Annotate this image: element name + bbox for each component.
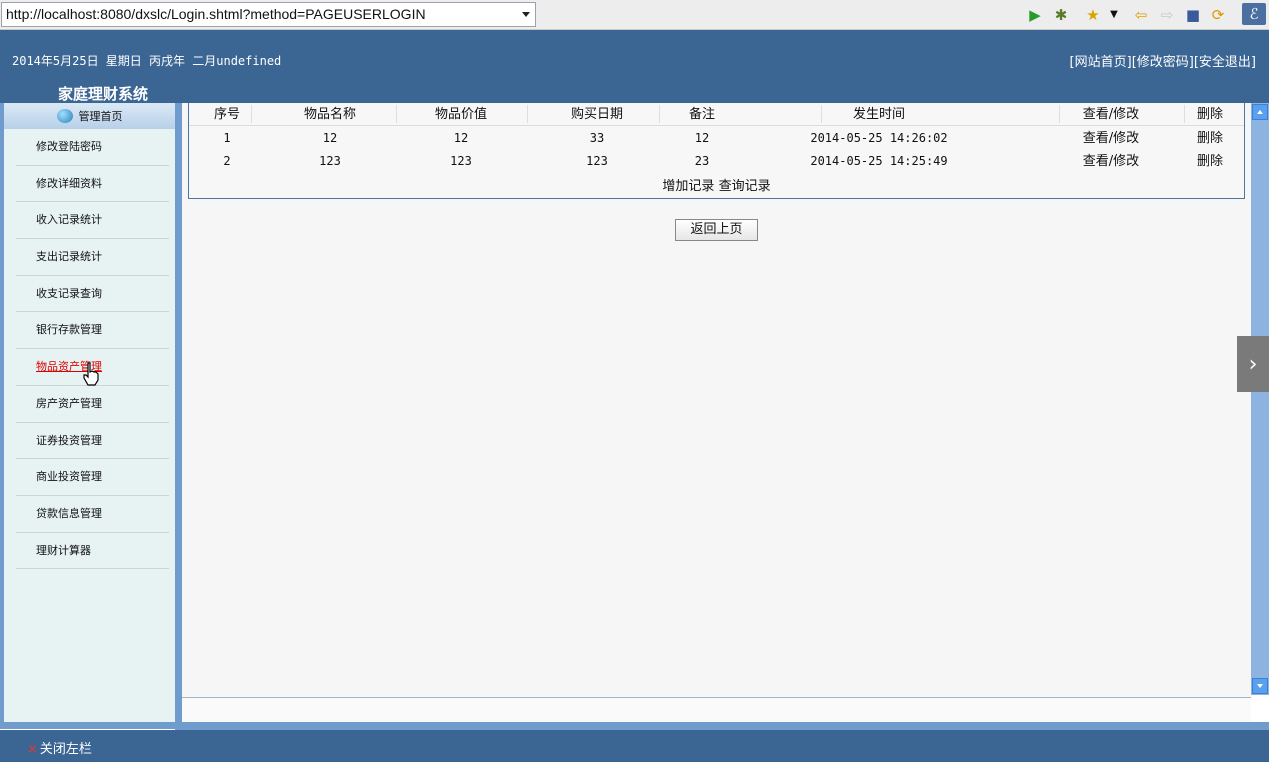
sidebar-menu: 修改登陆密码 修改详细资料 收入记录统计 支出记录统计 收支记录查询 银行存款管… <box>16 129 169 570</box>
globe-icon <box>56 109 73 123</box>
main-bottom-bar <box>182 697 1251 725</box>
cell-item-name: 12 <box>322 131 338 145</box>
footer-strip <box>175 722 1269 730</box>
cell-remark: 12 <box>694 131 710 145</box>
close-icon: × <box>27 742 38 757</box>
sidebar-item-income-expense-query[interactable]: 收支记录查询 <box>16 276 169 313</box>
scroll-down-button[interactable] <box>1252 678 1268 694</box>
eclipse-icon[interactable]: ℰ <box>1242 3 1266 25</box>
main-content: 序号 物品名称 物品价值 购买日期 备注 发生时间 查看/修改 删除 1 12 … <box>182 103 1251 697</box>
address-dropdown-icon[interactable] <box>522 12 530 17</box>
table-row: 2 123 123 123 23 2014-05-25 14:25:49 查看/… <box>189 150 1244 173</box>
header-date: 2014年5月25日 星期日 丙戌年 二月undefined <box>12 54 282 68</box>
chevron-right-icon[interactable]: › <box>1237 336 1269 392</box>
sidebar-item-business-investment[interactable]: 商业投资管理 <box>16 459 169 496</box>
cell-occurred-time: 2014-05-25 14:26:02 <box>810 131 948 145</box>
cell-item-name: 123 <box>319 154 341 168</box>
back-button[interactable]: 返回上页 <box>675 219 758 241</box>
sidebar-item-edit-profile[interactable]: 修改详细资料 <box>16 166 169 203</box>
back-icon[interactable]: ⇦ <box>1131 5 1151 25</box>
col-header-purchase-date: 购买日期 <box>570 107 623 122</box>
sidebar-item-property-assets[interactable]: 房产资产管理 <box>16 386 169 423</box>
sidebar-item-loan-info[interactable]: 贷款信息管理 <box>16 496 169 533</box>
cell-remark: 23 <box>694 154 710 168</box>
debug-icon[interactable]: ✱ <box>1051 5 1071 25</box>
col-header-item-name: 物品名称 <box>303 107 356 122</box>
table-actions: 增加记录 查询记录 <box>189 175 1244 194</box>
sidebar-item-expense-stats[interactable]: 支出记录统计 <box>16 239 169 276</box>
col-header-view-edit: 查看/修改 <box>1082 107 1140 122</box>
system-title: 家庭理财系统 <box>58 85 149 103</box>
sidebar-item-finance-calculator[interactable]: 理财计算器 <box>16 533 169 570</box>
close-sidebar-label: 关闭左栏 <box>39 742 92 757</box>
page-header: 2014年5月25日 星期日 丙戌年 二月undefined [网站首页][修改… <box>0 30 1269 103</box>
sidebar-item-income-stats[interactable]: 收入记录统计 <box>16 202 169 240</box>
delete-link[interactable]: 删除 <box>1185 127 1235 150</box>
assets-table: 序号 物品名称 物品价值 购买日期 备注 发生时间 查看/修改 删除 1 12 … <box>188 103 1245 199</box>
column-divider <box>251 105 252 123</box>
close-sidebar-link[interactable]: × 关闭左栏 <box>27 738 92 757</box>
favorite-icon[interactable]: ★ <box>1083 5 1103 25</box>
logout-link[interactable]: [安全退出] <box>1194 55 1256 70</box>
vertical-scrollbar[interactable] <box>1251 103 1269 695</box>
change-password-link[interactable]: [修改密码] <box>1132 55 1194 70</box>
col-header-remark: 备注 <box>688 107 715 122</box>
browser-toolbar: http://localhost:8080/dxslc/Login.shtml?… <box>0 0 1269 30</box>
delete-link[interactable]: 删除 <box>1185 150 1235 173</box>
address-url: http://localhost:8080/dxslc/Login.shtml?… <box>6 6 426 22</box>
play-icon[interactable]: ▶ <box>1025 5 1045 25</box>
column-divider <box>659 105 660 123</box>
column-divider <box>396 105 397 123</box>
sidebar: 管理首页 修改登陆密码 修改详细资料 收入记录统计 支出记录统计 收支记录查询 … <box>4 103 175 722</box>
column-divider <box>1059 105 1060 123</box>
col-header-item-value: 物品价值 <box>434 107 487 122</box>
sidebar-home[interactable]: 管理首页 <box>4 103 175 129</box>
header-links: [网站首页][修改密码][安全退出] <box>1070 51 1256 70</box>
cell-item-value: 123 <box>450 154 472 168</box>
col-header-index: 序号 <box>213 107 240 122</box>
add-record-link[interactable]: 增加记录 <box>662 179 714 194</box>
view-edit-link[interactable]: 查看/修改 <box>1061 150 1161 173</box>
forward-icon[interactable]: ⇨ <box>1157 5 1177 25</box>
col-header-delete: 删除 <box>1196 107 1223 122</box>
cell-purchase-date: 123 <box>586 154 608 168</box>
view-edit-link[interactable]: 查看/修改 <box>1061 127 1161 150</box>
refresh-icon[interactable]: ⟳ <box>1208 5 1228 25</box>
hand-cursor-icon <box>83 362 99 386</box>
cell-index: 2 <box>223 154 231 168</box>
sidebar-item-change-login-password[interactable]: 修改登陆密码 <box>16 129 169 166</box>
address-bar[interactable]: http://localhost:8080/dxslc/Login.shtml?… <box>1 2 536 27</box>
sidebar-item-bank-deposits[interactable]: 银行存款管理 <box>16 312 169 350</box>
sidebar-item-securities[interactable]: 证券投资管理 <box>16 423 169 460</box>
cell-occurred-time: 2014-05-25 14:25:49 <box>810 154 948 168</box>
page-footer: × 关闭左栏 <box>0 730 1269 762</box>
cell-item-value: 12 <box>453 131 469 145</box>
table-row: 1 12 12 33 12 2014-05-25 14:26:02 查看/修改 … <box>189 127 1244 150</box>
stop-icon[interactable]: ■ <box>1183 5 1203 25</box>
home-link[interactable]: [网站首页] <box>1070 55 1132 70</box>
dropdown-icon[interactable]: ▼ <box>1104 5 1124 25</box>
scroll-up-button[interactable] <box>1252 104 1268 120</box>
cell-index: 1 <box>223 131 231 145</box>
cell-purchase-date: 33 <box>589 131 605 145</box>
table-header-row: 序号 物品名称 物品价值 购买日期 备注 发生时间 查看/修改 删除 <box>189 103 1244 126</box>
col-header-occurred-time: 发生时间 <box>852 107 905 122</box>
query-record-link[interactable]: 查询记录 <box>719 179 771 194</box>
sidebar-home-label: 管理首页 <box>78 110 123 123</box>
column-divider <box>527 105 528 123</box>
